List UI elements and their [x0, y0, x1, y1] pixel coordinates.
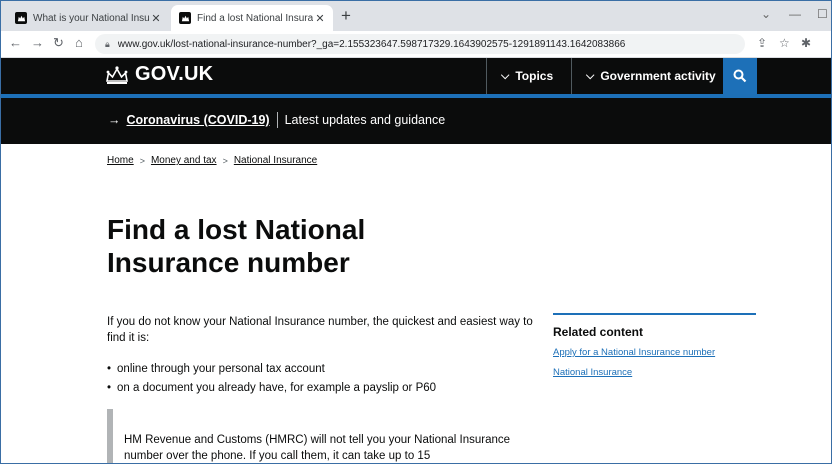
nav-label: Government activity: [600, 69, 716, 83]
nav-divider: [571, 58, 572, 94]
search-icon: [733, 69, 747, 83]
govuk-favicon-icon: [15, 12, 27, 24]
logo-text: GOV.UK: [135, 63, 214, 85]
breadcrumb-money-and-tax[interactable]: Money and tax: [151, 155, 217, 166]
reload-icon[interactable]: ↻: [53, 35, 64, 51]
govuk-favicon-icon: [179, 12, 191, 24]
inset-text: HM Revenue and Customs (HMRC) will not t…: [124, 434, 511, 462]
inset-border: [107, 409, 113, 463]
tab-close-icon[interactable]: ✕: [149, 12, 163, 25]
nav-topics[interactable]: ⌵ Topics: [501, 58, 553, 94]
related-link-apply-ni[interactable]: Apply for a National Insurance number: [553, 347, 756, 358]
tab-strip: What is your National Insurance ✕ Find a…: [1, 1, 831, 31]
address-bar[interactable]: 🔒︎ www.gov.uk/lost-national-insurance-nu…: [95, 34, 745, 54]
share-icon[interactable]: ⇪: [757, 36, 767, 50]
search-button[interactable]: [723, 58, 757, 94]
page-title: Find a lost National Insurance number: [107, 213, 527, 279]
lock-icon: 🔒︎: [105, 38, 110, 49]
home-icon[interactable]: ⌂: [75, 35, 83, 50]
breadcrumb-national-insurance[interactable]: National Insurance: [234, 155, 317, 166]
banner-divider: [276, 112, 278, 128]
breadcrumb-home[interactable]: Home: [107, 155, 134, 166]
govuk-logo[interactable]: GOV.UK: [104, 63, 213, 86]
banner-text: Latest updates and guidance: [284, 113, 446, 127]
browser-window: What is your National Insurance ✕ Find a…: [0, 0, 832, 464]
chevron-down-icon: ⌵: [586, 69, 595, 82]
chevron-down-icon: ⌵: [501, 69, 510, 82]
related-content: Related content Apply for a National Ins…: [553, 313, 756, 387]
govuk-header: GOV.UK ⌵ Topics ⌵ Government activity: [1, 58, 831, 95]
url-text: www.gov.uk/lost-national-insurance-numbe…: [117, 38, 626, 50]
tab-title: What is your National Insurance: [33, 12, 149, 24]
related-content-heading: Related content: [553, 325, 644, 339]
nav-government-activity[interactable]: ⌵ Government activity: [586, 58, 716, 94]
covid-banner: → Coronavirus (COVID-19) Latest updates …: [1, 95, 831, 144]
covid-link[interactable]: Coronavirus (COVID-19): [127, 113, 270, 127]
tab-close-icon[interactable]: ✕: [313, 12, 327, 25]
related-link-national-insurance[interactable]: National Insurance: [553, 367, 756, 378]
bullet-list: online through your personal tax account…: [107, 359, 436, 397]
tab-what-is-ni[interactable]: What is your National Insurance ✕: [7, 5, 169, 31]
arrow-right-icon: →: [108, 113, 121, 127]
intro-paragraph: If you do not know your National Insuran…: [107, 316, 533, 344]
tab-search-chevron-icon[interactable]: ⌄: [761, 7, 771, 21]
breadcrumb: Home > Money and tax > National Insuranc…: [107, 155, 317, 166]
maximize-icon[interactable]: ☐: [817, 7, 828, 21]
back-icon[interactable]: ←: [9, 35, 22, 50]
forward-icon[interactable]: →: [31, 35, 44, 50]
minimize-icon[interactable]: —: [789, 7, 801, 21]
browser-toolbar: ← → ↻ ⌂ 🔒︎ www.gov.uk/lost-national-insu…: [1, 31, 831, 58]
new-tab-icon[interactable]: +: [341, 6, 351, 26]
list-item: on a document you already have, for exam…: [107, 378, 436, 397]
tab-find-lost-ni[interactable]: Find a lost National Insurance nu ✕: [171, 5, 333, 31]
tab-title: Find a lost National Insurance nu: [197, 12, 313, 24]
extensions-icon[interactable]: ✱: [801, 36, 811, 50]
bookmark-star-icon[interactable]: ☆: [779, 36, 790, 50]
nav-label: Topics: [515, 69, 554, 83]
list-item: online through your personal tax account: [107, 359, 436, 378]
chevron-right-icon: >: [222, 155, 228, 166]
page-title-line-1: Find a lost National: [107, 214, 366, 245]
nav-divider: [486, 58, 487, 94]
chevron-right-icon: >: [139, 155, 145, 166]
crown-icon: [106, 65, 128, 84]
page-title-line-2: Insurance number: [107, 247, 350, 278]
